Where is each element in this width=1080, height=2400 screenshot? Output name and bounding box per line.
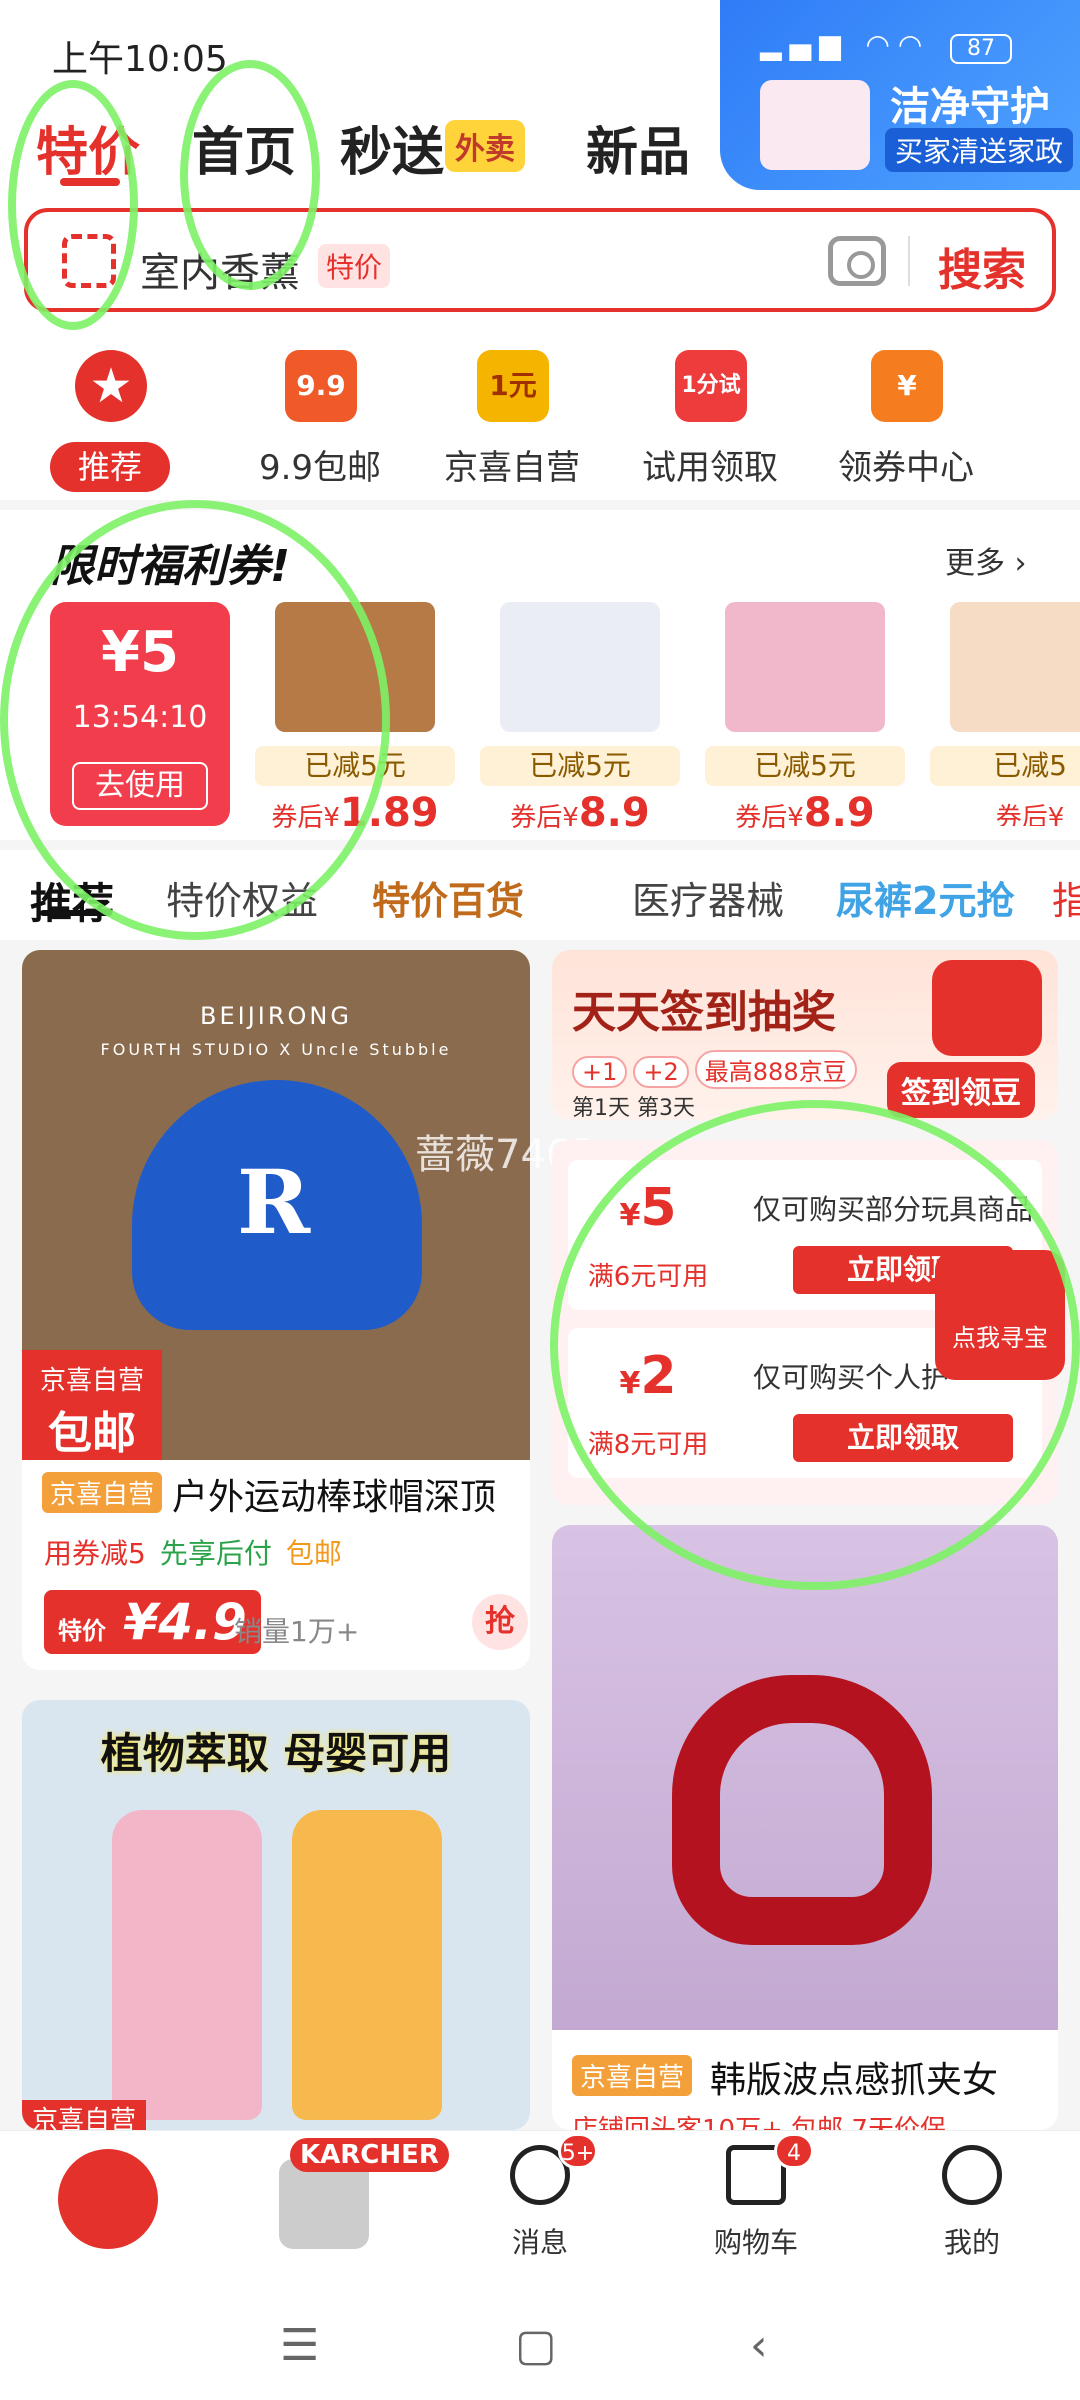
product-card-spray[interactable]: 植物萃取 母婴可用 京喜自营	[22, 1700, 530, 2130]
tab-miaosong[interactable]: 秒送	[340, 110, 444, 185]
star-check-icon: ★	[75, 350, 147, 422]
sign-in-card[interactable]: 天天签到抽奖 +1 +2 最高888京豆 第1天 第3天 签到领豆	[552, 950, 1058, 1120]
spray-bottle-pink	[112, 1810, 262, 2120]
welfare-product[interactable]: 已减5元 券后¥8.9	[705, 602, 905, 836]
sign-days: 第1天 第3天	[572, 1096, 695, 1120]
nav-home[interactable]	[0, 2131, 216, 2271]
karcher-badge: KARCHER	[290, 2138, 449, 2172]
category-label: 领券中心	[838, 448, 974, 488]
price-after-coupon: 券后¥8.9	[735, 790, 875, 836]
nav-label: 购物车	[713, 2226, 798, 2259]
menu-icon[interactable]: ☰	[280, 2320, 319, 2371]
highlight-circle	[180, 60, 320, 290]
ad-title: 洁净守护	[890, 84, 1050, 130]
product-image: BEIJIRONG FOURTH STUDIO X Uncle Stubble R…	[22, 950, 530, 1460]
back-icon[interactable]: ‹	[750, 2320, 768, 2371]
promo-tags: 用券减5 先享后付 包邮	[44, 1537, 342, 1570]
price-after-coupon: 券后¥	[995, 803, 1065, 826]
waimai-badge: 外卖	[445, 120, 525, 172]
profile-icon	[942, 2145, 1002, 2205]
category-label: 京喜自营	[444, 448, 580, 488]
top-header: 上午10:05 洁净守护 买家清送家政 ▂▄▆ ◠◠ 87 特价 首页 秒送 外…	[0, 0, 1080, 360]
sign-title: 天天签到抽奖	[572, 987, 836, 1038]
signal-wifi-icons: ▂▄▆ ◠◠	[760, 28, 931, 61]
nav-profile[interactable]: 我的	[864, 2131, 1080, 2271]
product-image	[500, 602, 660, 732]
more-link[interactable]: 更多 ›	[945, 538, 1027, 582]
feed-tab-medical[interactable]: 医疗器械	[632, 870, 784, 925]
product-image	[552, 1525, 1058, 2030]
cap-illustration: R	[132, 1080, 422, 1330]
discount-label: 已减5	[930, 746, 1080, 786]
jingxi-badge: 京喜自营 包邮	[22, 1350, 162, 1460]
joy-mascot-icon	[58, 2149, 158, 2249]
ad-product-image	[760, 80, 870, 170]
brand-text: BEIJIRONG FOURTH STUDIO X Uncle Stubble	[100, 1002, 452, 1059]
category-label: 9.9包邮	[258, 448, 382, 488]
product-image	[950, 602, 1080, 732]
nav-cart[interactable]: 4 购物车	[648, 2131, 864, 2271]
product-title: 韩版波点感抓夹女	[710, 2060, 999, 2101]
product-image	[725, 602, 885, 732]
hair-clip-illustration	[672, 1675, 932, 1945]
one-yuan-icon: 1元	[477, 350, 549, 422]
system-nav-bar: ☰ ▢ ‹	[0, 2270, 1080, 2400]
highlight-circle	[8, 80, 138, 330]
ad-subtitle: 买家清送家政	[885, 128, 1074, 172]
jingxi-tag: 京喜自营	[42, 1472, 163, 1513]
sign-in-button[interactable]: 签到领豆	[887, 1062, 1035, 1118]
search-tag: 特价	[318, 244, 391, 288]
feed-tab-more[interactable]: 指	[1052, 870, 1080, 925]
product-card-clip[interactable]: 京喜自营 韩版波点感抓夹女 店铺回头客10万+ 包邮 7天价保	[552, 1525, 1058, 2130]
cart-badge: 4	[774, 2133, 814, 2169]
category-label: 推荐	[50, 442, 170, 492]
status-time: 上午10:05	[52, 39, 228, 80]
tab-new[interactable]: 新品	[586, 110, 690, 185]
jingxi-badge: 京喜自营	[22, 2100, 147, 2130]
coupon-icon: ¥	[871, 350, 943, 422]
jingxi-tag: 京喜自营	[572, 2055, 693, 2096]
product-title: 户外运动棒球帽深顶	[172, 1477, 497, 1518]
category-trial[interactable]: 1分试 试用领取	[630, 330, 790, 500]
nav-label: 消息	[511, 2226, 568, 2259]
red-envelope-icon	[932, 960, 1042, 1056]
special-price: 特价 ¥4.9	[44, 1590, 261, 1654]
price-after-coupon: 券后¥8.9	[510, 790, 650, 836]
highlight-circle	[550, 1100, 1080, 1590]
trial-bag-icon: 1分试	[675, 350, 747, 422]
category-jingxi-self[interactable]: 1元 京喜自营	[432, 330, 592, 500]
category-label: 试用领取	[642, 448, 778, 488]
product-card-cap[interactable]: BEIJIRONG FOURTH STUDIO X Uncle Stubble R…	[22, 950, 530, 1670]
welfare-product[interactable]: 已减5 券后¥	[930, 602, 1080, 826]
discount-label: 已减5元	[705, 746, 905, 786]
search-bar[interactable]: 室内香薰 特价 搜索	[24, 208, 1056, 312]
spray-bottle-orange	[292, 1810, 442, 2120]
vacuum-product-icon	[279, 2159, 369, 2249]
highlight-circle	[0, 500, 390, 940]
bottom-nav: 5+ 消息 4 购物车 我的	[0, 2130, 1080, 2270]
product-sub: 店铺回头客10万+ 包邮 7天价保	[572, 2115, 946, 2130]
nav-label: 我的	[943, 2226, 1000, 2259]
ai-camera-icon[interactable]	[828, 236, 886, 286]
feed-tab-diaper[interactable]: 尿裤2元抢	[836, 870, 1014, 925]
sales-count: 销量1万+	[234, 1615, 360, 1648]
message-badge: 5+	[558, 2133, 598, 2169]
category-coupon-center[interactable]: ¥ 领券中心	[826, 330, 986, 500]
spray-headline: 植物萃取 母婴可用	[100, 1729, 452, 1778]
search-divider	[908, 236, 910, 286]
category-row: ★ 推荐 9.9 9.9包邮 1元 京喜自营 1分试 试用领取 ¥ 领券中心	[0, 330, 1080, 500]
discount-label: 已减5元	[480, 746, 680, 786]
feed-tab-special-goods[interactable]: 特价百货	[372, 870, 524, 925]
sign-rewards: +1 +2 最高888京豆	[572, 1050, 863, 1089]
gift-99-icon: 9.9	[285, 350, 357, 422]
home-square-icon[interactable]: ▢	[515, 2320, 557, 2371]
category-recommend[interactable]: ★ 推荐	[30, 330, 190, 500]
grab-button[interactable]: 抢	[472, 1594, 528, 1650]
category-99-free-shipping[interactable]: 9.9 9.9包邮	[240, 330, 400, 500]
welfare-product[interactable]: 已减5元 券后¥8.9	[480, 602, 680, 836]
battery-icon: 87	[950, 34, 1012, 64]
nav-messages[interactable]: 5+ 消息	[432, 2131, 648, 2271]
search-button[interactable]: 搜索	[938, 234, 1026, 298]
